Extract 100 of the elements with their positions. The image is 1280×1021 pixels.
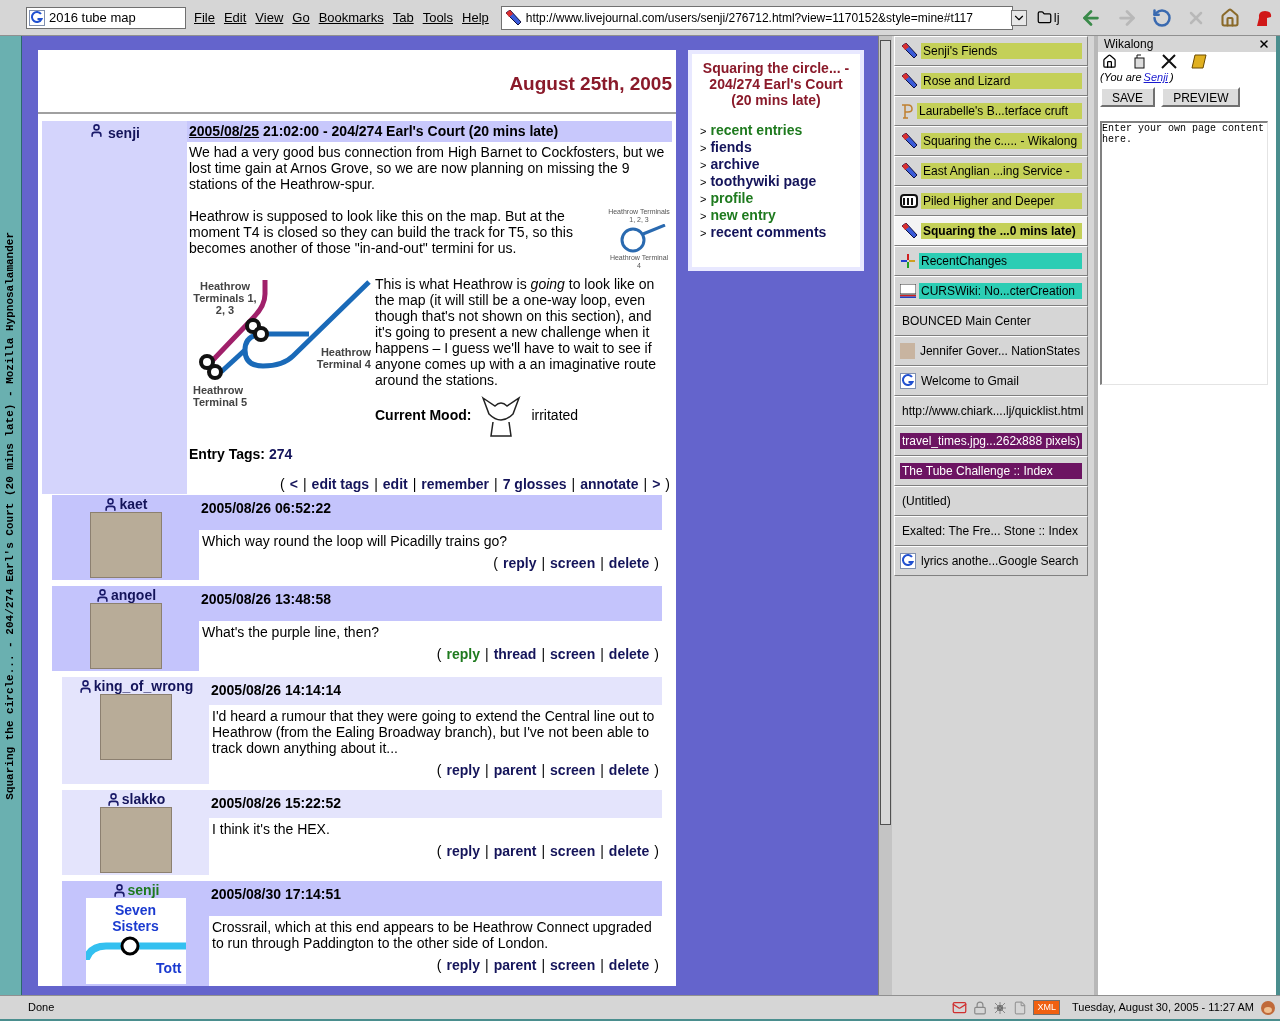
action-link[interactable]: delete: [608, 955, 650, 976]
action-link[interactable]: reply: [446, 955, 480, 976]
menu-item[interactable]: Edit: [223, 7, 247, 28]
action-link[interactable]: annotate: [580, 476, 639, 492]
lock-icon: [973, 1000, 988, 1015]
tab[interactable]: Senji's Fiends: [894, 36, 1088, 66]
tab-label: travel_times.jpg...262x888 pixels): [900, 433, 1083, 449]
action-link[interactable]: delete: [608, 841, 650, 862]
username-link[interactable]: kaet: [119, 496, 148, 512]
tab-label: RecentChanges: [919, 253, 1082, 269]
action-link[interactable]: parent: [493, 841, 537, 862]
reload-icon[interactable]: [1151, 7, 1172, 28]
link-paren: (: [436, 956, 442, 975]
tab[interactable]: Squaring the c..... - Wikalong: [894, 126, 1088, 156]
sidebar-title: Squaring the circle... - 204/274 Earl's Court (20 mins late): [701, 60, 851, 108]
username-link[interactable]: king_of_wrong: [93, 678, 194, 694]
action-link[interactable]: delete: [608, 760, 650, 781]
tab[interactable]: lyrics anothe...Google Search: [894, 546, 1088, 576]
tab[interactable]: Welcome to Gmail: [894, 366, 1088, 396]
tab[interactable]: Jennifer Gover... NationStates: [894, 336, 1088, 366]
action-link[interactable]: delete: [608, 644, 650, 665]
station-label: Seven: [114, 902, 157, 918]
action-link[interactable]: parent: [493, 955, 537, 976]
spray-can-icon[interactable]: [1131, 54, 1147, 69]
window-title: Squaring the circle... - 204/274 Earl's Court (20 mins late) - Mozilla Hypnosalamander: [3, 231, 18, 800]
action-link[interactable]: <: [289, 476, 298, 492]
menu-item[interactable]: Help: [462, 7, 489, 28]
menu-item[interactable]: File: [194, 7, 215, 28]
wiki-button[interactable]: PREVIEW: [1161, 86, 1241, 107]
tab[interactable]: Piled Higher and Deeper: [894, 186, 1088, 216]
tag-link[interactable]: 274: [269, 446, 293, 462]
link-paren: (: [436, 842, 442, 861]
link-separator: |: [541, 761, 546, 780]
action-link[interactable]: reply: [502, 553, 537, 574]
entry-paragraph: Heathrow is supposed to look like this on the map. But at the moment T4 is closed so they can build the track for T5, so this becomes another of those "in-and-out" termini for us.: [189, 208, 574, 258]
comment-text: What's the purple line, then?: [202, 624, 380, 640]
page-content-field[interactable]: Enter your own page content here.: [1100, 120, 1268, 385]
entry-date-link[interactable]: 2005/08/25: [189, 121, 260, 142]
action-link[interactable]: remember: [421, 476, 490, 492]
tab[interactable]: The Tube Challenge :: Index: [894, 456, 1088, 486]
action-link[interactable]: screen: [550, 841, 596, 862]
tab[interactable]: Laurabelle's B...terface cruft: [894, 96, 1088, 126]
username-link[interactable]: senji: [108, 123, 140, 144]
action-link[interactable]: screen: [550, 955, 596, 976]
user-link[interactable]: Senji: [1143, 69, 1169, 86]
sidebar-link[interactable]: profile: [710, 190, 754, 206]
menu-item[interactable]: Go: [292, 7, 310, 28]
tab[interactable]: East Anglian ...ing Service -: [894, 156, 1088, 186]
search-field[interactable]: 2016 tube map: [26, 6, 186, 29]
arrows-icon: [900, 253, 916, 269]
url-field[interactable]: http://www.livejournal.com/users/senji/276712.html?view=1170152&style=mine#t117: [500, 5, 1013, 30]
tab-label: Piled Higher and Deeper: [921, 193, 1082, 209]
username-link[interactable]: slakko: [121, 791, 166, 807]
action-link[interactable]: parent: [493, 760, 537, 781]
date-heading: August 25th, 2005: [509, 72, 672, 96]
book-icon[interactable]: [1191, 54, 1207, 69]
tab[interactable]: (Untitled): [894, 486, 1088, 516]
menu-item[interactable]: Tab: [392, 7, 414, 28]
menu-item[interactable]: Tools: [422, 7, 453, 28]
menu-item[interactable]: Bookmarks: [318, 7, 384, 28]
action-link[interactable]: delete: [608, 553, 650, 574]
action-link[interactable]: >: [652, 476, 661, 492]
tab[interactable]: Exalted: The Fre... Stone :: Index: [894, 516, 1088, 546]
action-link[interactable]: reply: [446, 760, 480, 781]
sidebar-link[interactable]: recent comments: [710, 224, 827, 240]
mail-icon[interactable]: [952, 1000, 968, 1015]
tab[interactable]: RecentChanges: [894, 246, 1088, 276]
scroll-thumb[interactable]: [880, 40, 891, 825]
bug-icon[interactable]: [993, 1000, 1008, 1015]
action-link[interactable]: reply: [446, 644, 480, 665]
bookmark-button[interactable]: lj: [1036, 7, 1060, 28]
action-link[interactable]: screen: [550, 644, 596, 665]
action-link[interactable]: reply: [446, 841, 480, 862]
sidebar-link[interactable]: fiends: [710, 139, 752, 155]
link-separator: |: [374, 476, 378, 492]
action-link[interactable]: screen: [550, 760, 596, 781]
sidebar-link[interactable]: archive: [710, 156, 760, 172]
tab[interactable]: travel_times.jpg...262x888 pixels): [894, 426, 1088, 456]
wiki-button[interactable]: SAVE: [1100, 86, 1156, 107]
tools-icon[interactable]: [1161, 54, 1177, 69]
home-icon[interactable]: [1102, 54, 1117, 69]
menu-item[interactable]: View: [255, 7, 284, 28]
tab[interactable]: Squaring the ...0 mins late): [894, 216, 1088, 246]
tab[interactable]: BOUNCED Main Center: [894, 306, 1088, 336]
username-link[interactable]: angoel: [110, 587, 157, 603]
tab[interactable]: CURSWiki: No...cterCreation: [894, 276, 1088, 306]
action-link[interactable]: edit: [382, 476, 408, 492]
tab[interactable]: http://www.chiark....lj/quicklist.html: [894, 396, 1088, 426]
action-link[interactable]: screen: [550, 553, 596, 574]
sidebar-link[interactable]: recent entries: [710, 122, 803, 138]
tab[interactable]: Rose and Lizard: [894, 66, 1088, 96]
user-icon: [89, 123, 105, 138]
map-label: Heathrow Terminal 5: [193, 384, 249, 408]
action-link[interactable]: 7 glosses: [502, 476, 567, 492]
sidebar-link[interactable]: toothywiki page: [710, 173, 817, 189]
close-icon[interactable]: [1258, 38, 1270, 50]
scrollbar[interactable]: [878, 36, 892, 995]
action-link[interactable]: thread: [493, 644, 537, 665]
sidebar-link[interactable]: new entry: [710, 207, 776, 223]
action-link[interactable]: edit tags: [311, 476, 370, 492]
